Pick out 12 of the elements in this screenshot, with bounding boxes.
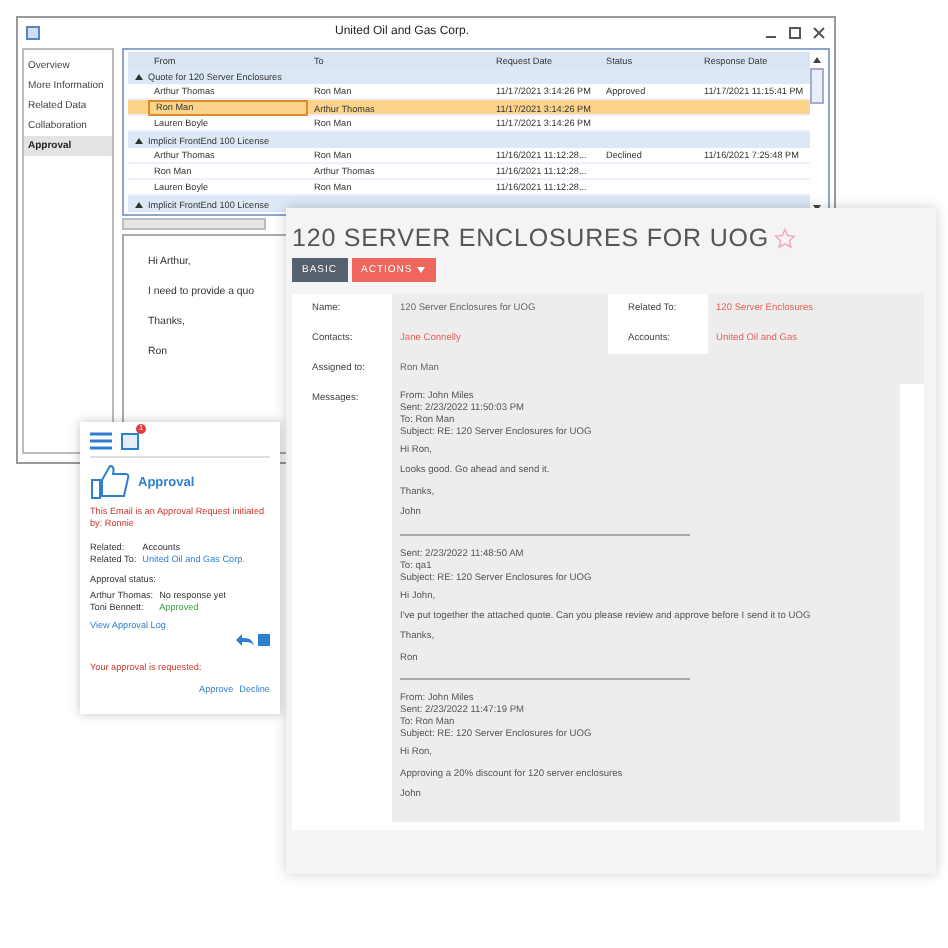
scroll-up-icon[interactable] [812,56,822,64]
collapse-icon[interactable] [133,135,143,145]
menu-icon[interactable] [90,431,112,449]
close-icon[interactable] [812,25,826,39]
maximize-icon[interactable] [788,25,802,39]
record-title: 120 SERVER ENCLOSURES FOR UOG [292,224,770,252]
caret-icon [416,266,427,274]
app-icon [26,25,40,39]
reply-all-icon[interactable] [236,634,254,646]
star-icon[interactable] [773,227,796,249]
scrollbar-thumb[interactable] [810,68,824,104]
collapse-icon[interactable] [133,199,143,209]
